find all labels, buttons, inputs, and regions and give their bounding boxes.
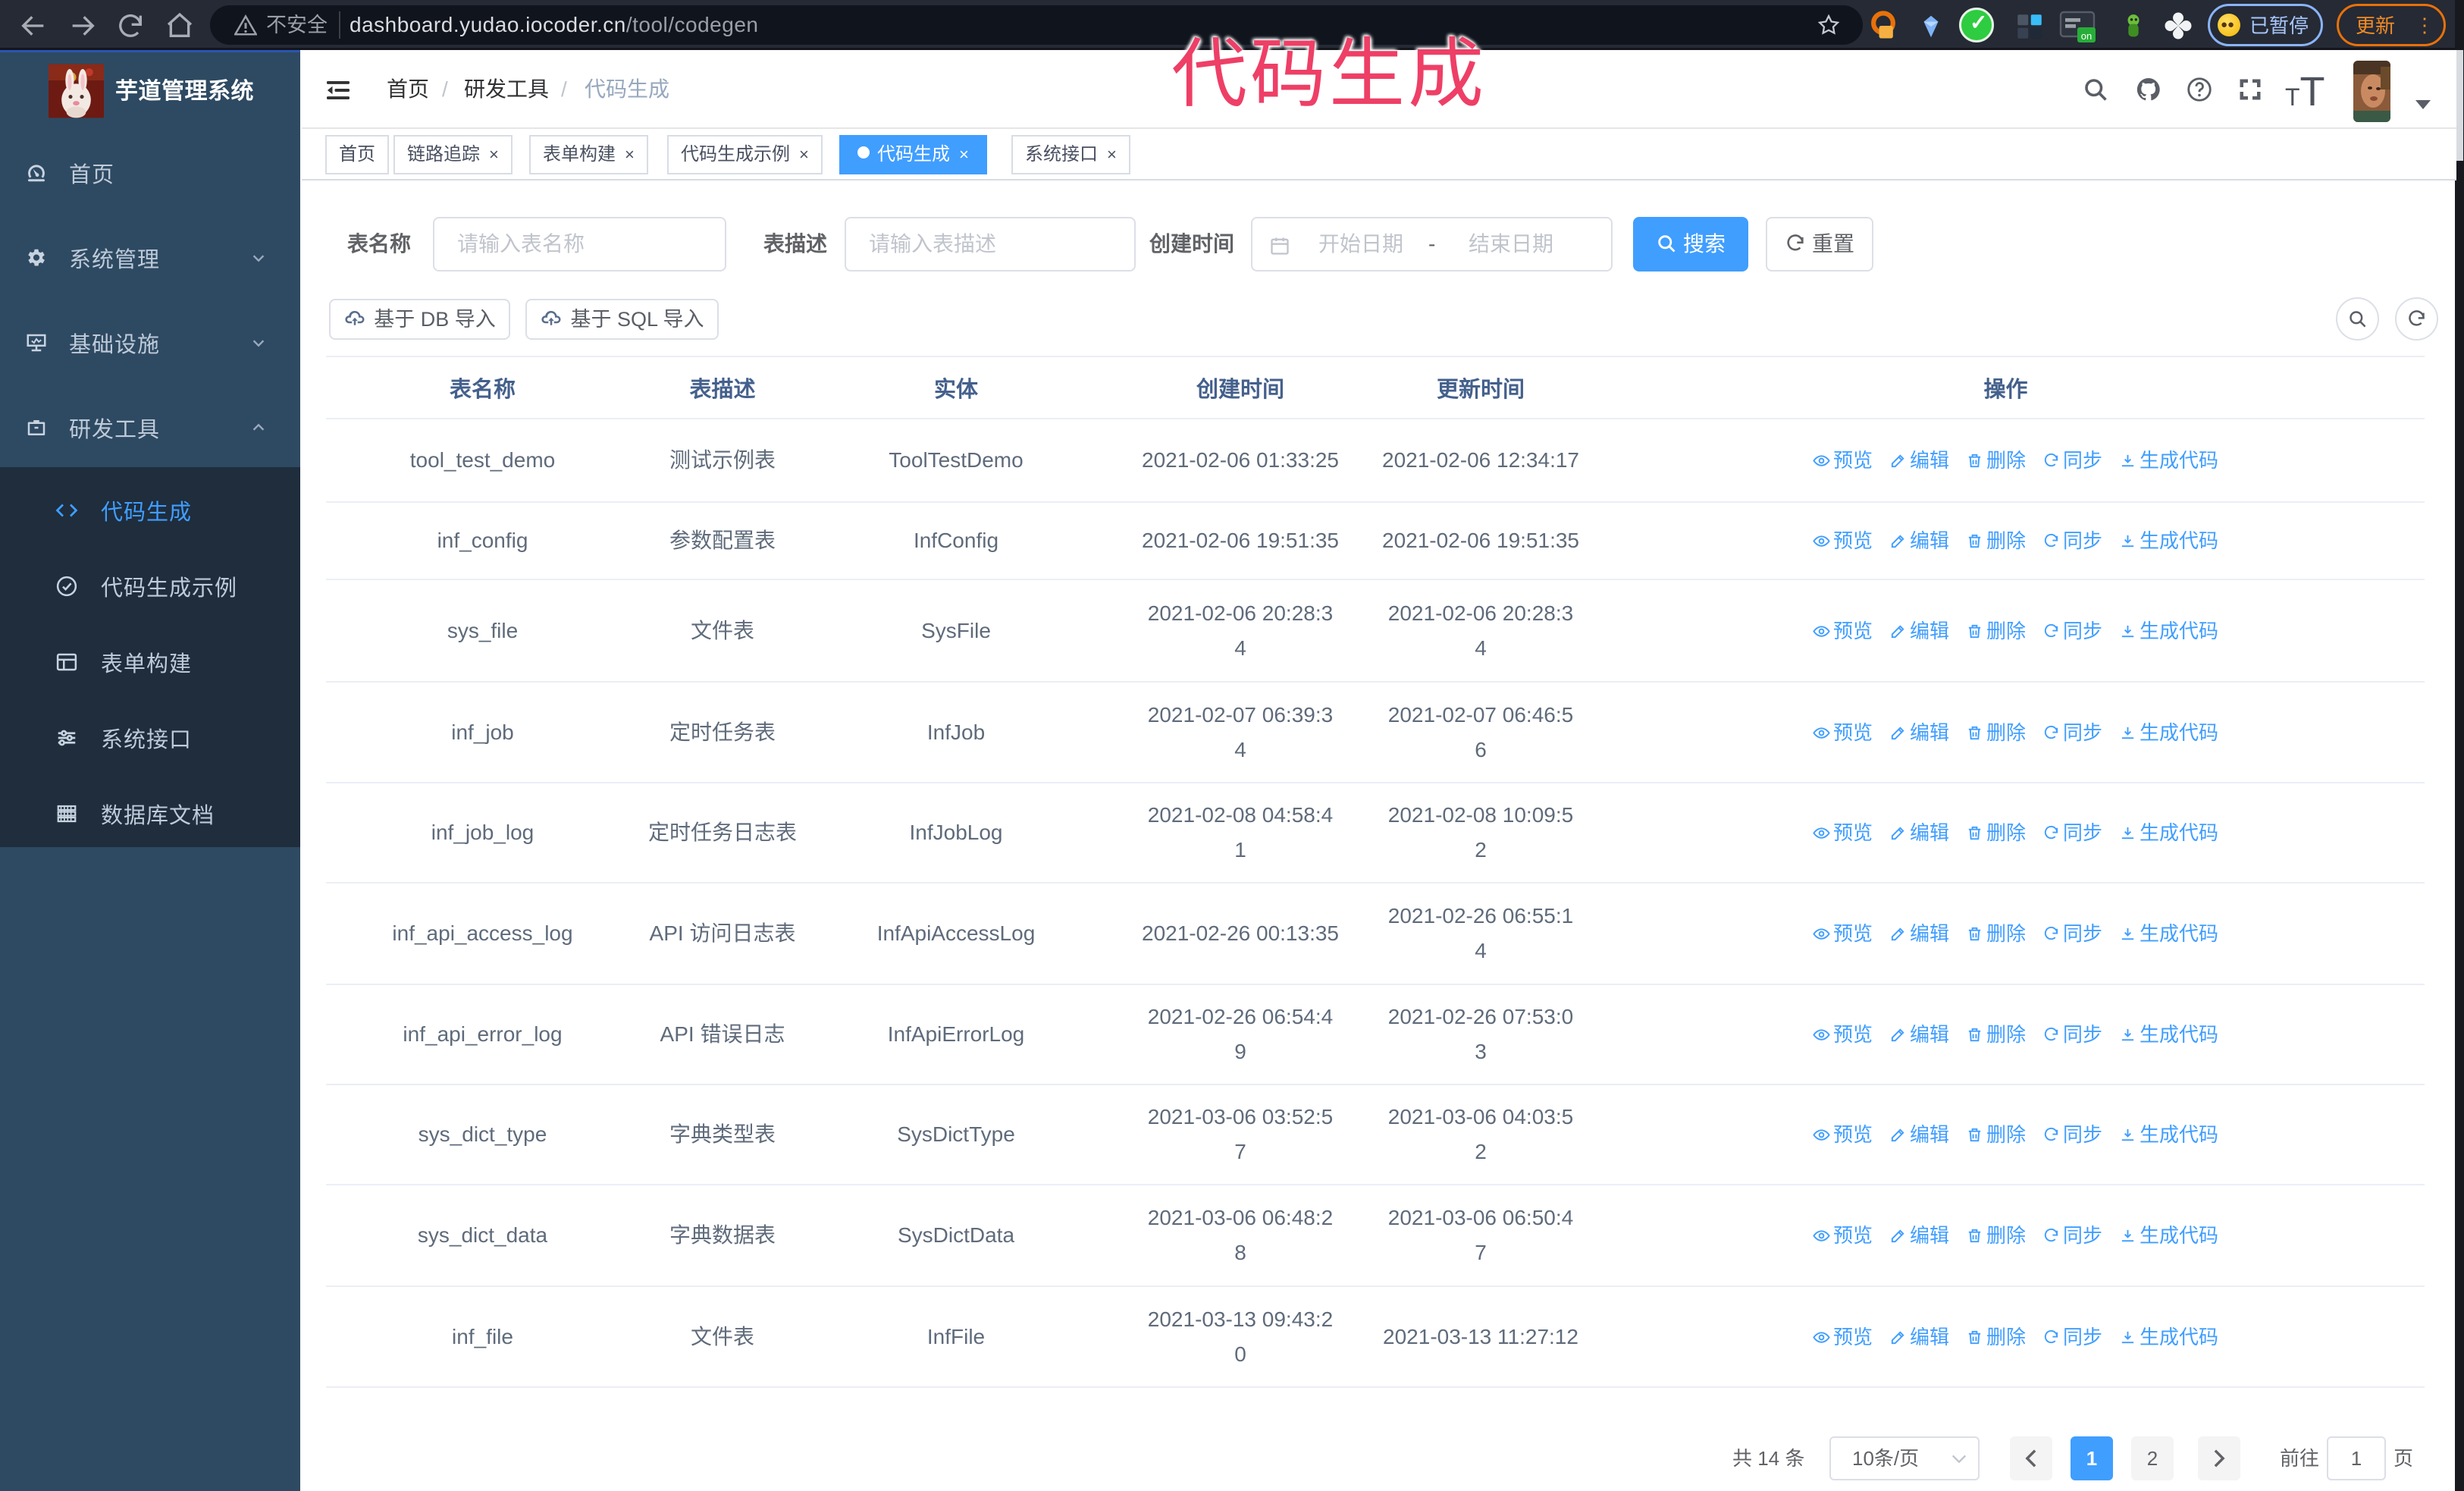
svg-text:on: on	[2081, 30, 2092, 42]
